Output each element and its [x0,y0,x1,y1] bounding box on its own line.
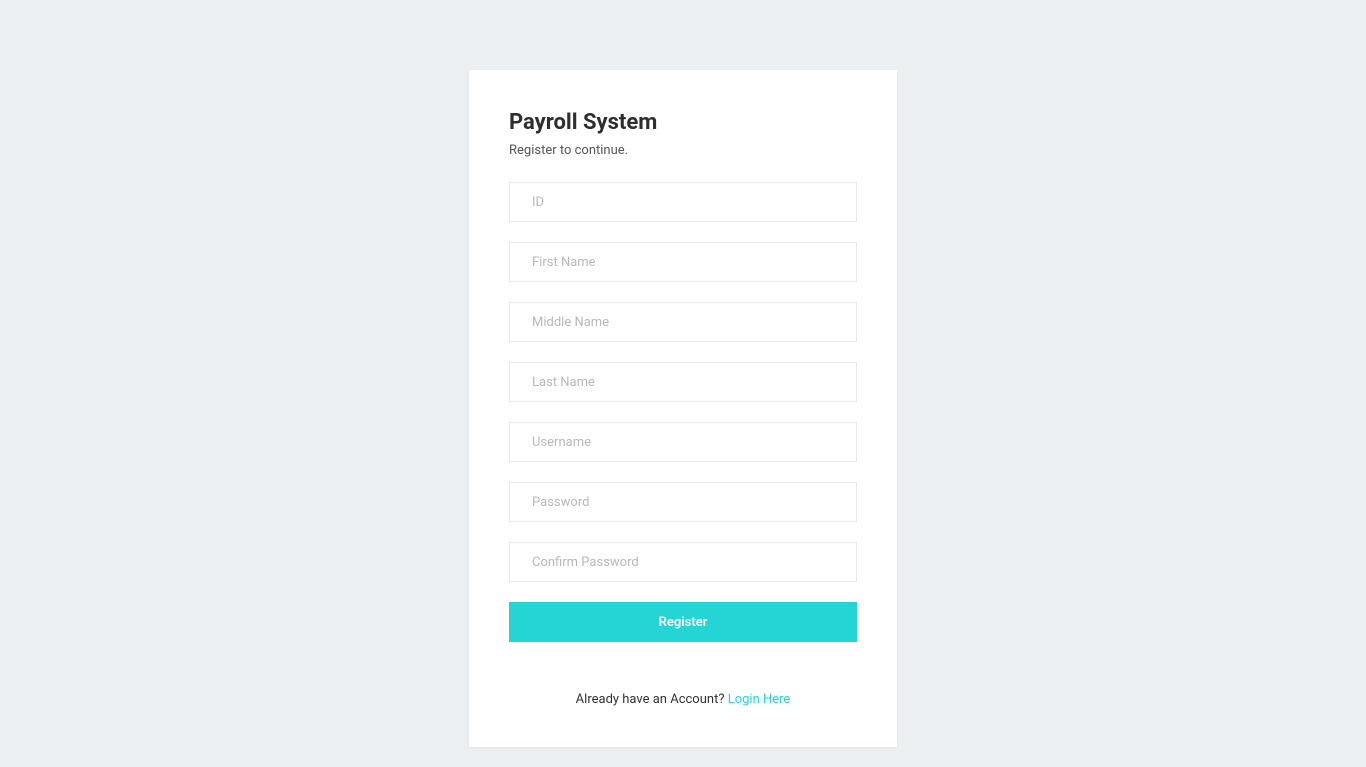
first-name-field[interactable] [509,242,857,282]
password-field[interactable] [509,482,857,522]
id-field[interactable] [509,182,857,222]
username-field[interactable] [509,422,857,462]
registration-card: Payroll System Register to continue. Reg… [469,70,897,747]
middle-name-field[interactable] [509,302,857,342]
last-name-field[interactable] [509,362,857,402]
register-button[interactable]: Register [509,602,857,642]
page-title: Payroll System [509,110,857,135]
login-link[interactable]: Login Here [728,692,791,707]
footer-prompt: Already have an Account? Login Here [509,692,857,707]
page-subtitle: Register to continue. [509,143,857,158]
confirm-password-field[interactable] [509,542,857,582]
footer-prompt-text: Already have an Account? [576,692,728,707]
